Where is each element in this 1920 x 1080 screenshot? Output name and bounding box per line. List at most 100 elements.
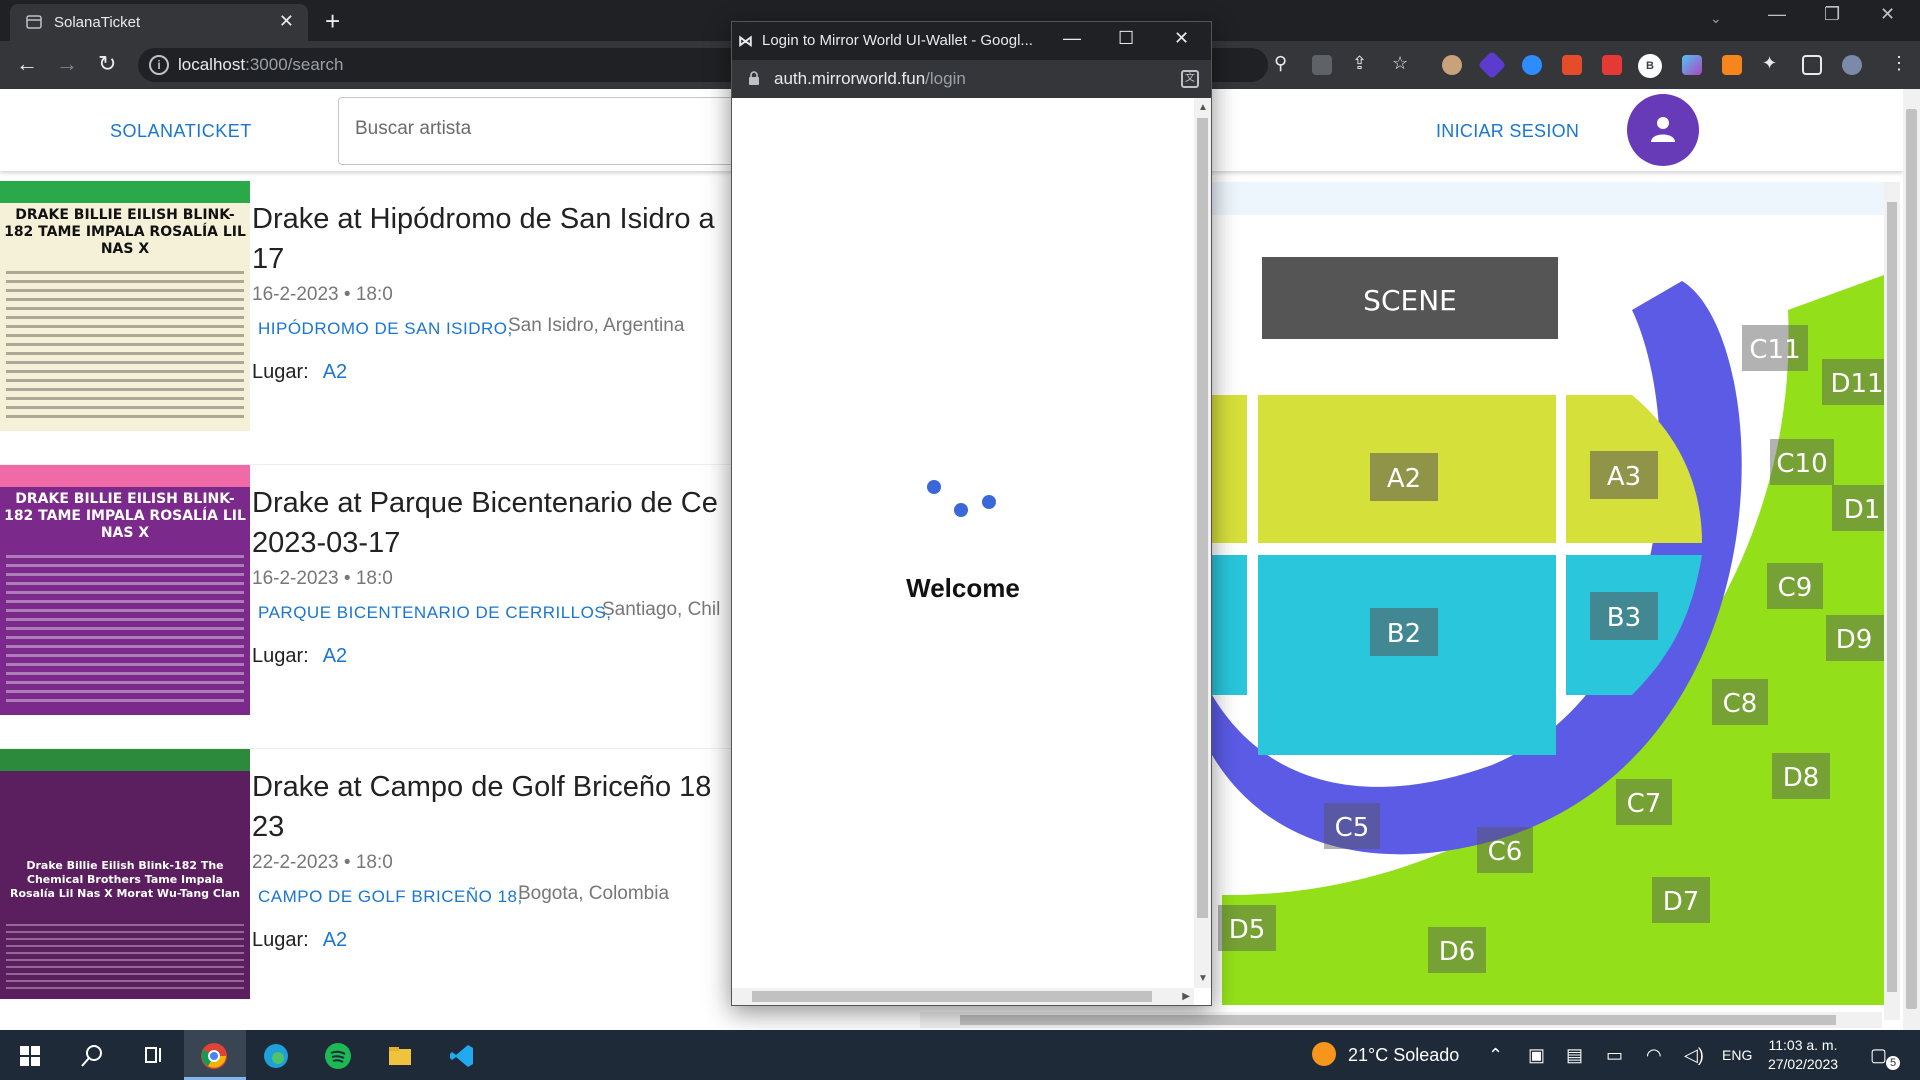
extension-orange-icon[interactable] bbox=[1562, 55, 1582, 75]
popup-vertical-scroll-thumb[interactable] bbox=[1197, 118, 1208, 918]
extension-diamond-icon[interactable] bbox=[1477, 50, 1507, 80]
tray-display-icon[interactable]: ▤ bbox=[1566, 1045, 1583, 1066]
share-icon[interactable]: ⇪ bbox=[1352, 53, 1367, 74]
tray-camera-icon[interactable]: ▣ bbox=[1528, 1045, 1545, 1066]
loading-dot-icon bbox=[927, 480, 941, 494]
event-card[interactable]: Drake Billie Eilish Blink-182 The Chemic… bbox=[0, 749, 740, 1030]
search-button[interactable] bbox=[62, 1030, 124, 1080]
browser-tab[interactable]: SolanaTicket ✕ bbox=[10, 4, 308, 41]
event-card[interactable]: DRAKE BILLIE EILISH BLINK-182 TAME IMPAL… bbox=[0, 181, 740, 465]
extension-gradient-icon[interactable] bbox=[1682, 55, 1702, 75]
venue-map-canvas: SCENE A2 A3 B2 B3 C11 C10 C9 C8 C7 C6 C5… bbox=[1212, 257, 1884, 1005]
mirror-world-logo-icon: ⋈ bbox=[738, 33, 753, 50]
extension-b-icon[interactable]: B bbox=[1638, 54, 1662, 78]
seat-value[interactable]: A2 bbox=[323, 361, 347, 383]
scroll-up-icon[interactable]: ▲ bbox=[1198, 102, 1208, 113]
section-label-d11: D11 bbox=[1830, 369, 1883, 399]
section-a1-block[interactable] bbox=[1212, 395, 1247, 543]
metamask-icon[interactable] bbox=[1722, 55, 1742, 75]
popup-horizontal-scrollbar[interactable]: ▶ bbox=[732, 988, 1194, 1005]
tab-search-chevron-icon[interactable]: ⌄ bbox=[1710, 10, 1722, 27]
new-tab-button[interactable]: + bbox=[325, 6, 340, 37]
close-window-icon[interactable]: ✕ bbox=[1880, 4, 1895, 25]
popup-horizontal-scroll-thumb[interactable] bbox=[752, 991, 1152, 1002]
section-label-d7: D7 bbox=[1663, 887, 1700, 917]
battery-icon[interactable]: ▭ bbox=[1606, 1045, 1623, 1066]
taskbar-chrome[interactable] bbox=[184, 1030, 246, 1080]
browser-menu-icon[interactable]: ⋮ bbox=[1890, 53, 1908, 74]
back-icon[interactable]: ← bbox=[16, 51, 38, 77]
scene-label: SCENE bbox=[1363, 284, 1457, 317]
taskbar-clock[interactable]: 11:03 a. m. 27/02/2023 bbox=[1758, 1036, 1848, 1074]
event-title[interactable]: Drake at Campo de Golf Briceño 18 23 bbox=[252, 767, 732, 847]
taskbar-edge[interactable] bbox=[246, 1030, 308, 1080]
side-panel-icon[interactable] bbox=[1802, 55, 1822, 75]
event-city: Bogota, Colombia bbox=[518, 883, 670, 904]
map-horizontal-scrollbar[interactable] bbox=[920, 1012, 1882, 1028]
address-url[interactable]: localhost:3000/search bbox=[178, 55, 343, 75]
vscode-icon bbox=[450, 1045, 473, 1067]
taskbar-spotify[interactable] bbox=[308, 1030, 370, 1080]
event-venue-link[interactable]: CAMPO DE GOLF BRICEÑO 18, bbox=[258, 887, 523, 907]
wifi-icon[interactable]: ◠ bbox=[1646, 1045, 1662, 1066]
map-vertical-scroll-thumb[interactable] bbox=[1887, 202, 1897, 992]
event-venue-link[interactable]: HIPÓDROMO DE SAN ISIDRO, bbox=[258, 319, 513, 339]
section-label-a2: A2 bbox=[1387, 464, 1421, 494]
task-view-button[interactable] bbox=[124, 1030, 186, 1080]
tray-chevron-icon[interactable]: ⌃ bbox=[1488, 1045, 1503, 1066]
popup-title-bar[interactable]: ⋈ Login to Mirror World UI-Wallet - Goog… bbox=[732, 22, 1211, 60]
forward-icon[interactable]: → bbox=[56, 51, 78, 77]
extension-blue-icon[interactable] bbox=[1522, 55, 1542, 75]
start-button[interactable] bbox=[0, 1030, 62, 1080]
weather-sun-icon[interactable] bbox=[1312, 1042, 1336, 1066]
taskbar-vscode[interactable] bbox=[432, 1030, 494, 1080]
brand-link[interactable]: SOLANATICKET bbox=[110, 121, 252, 142]
popup-vertical-scrollbar[interactable]: ▲ ▼ bbox=[1194, 98, 1211, 988]
site-info-icon[interactable]: i bbox=[149, 55, 169, 75]
restore-icon[interactable]: ❐ bbox=[1824, 4, 1840, 25]
volume-icon[interactable]: ◁) bbox=[1684, 1045, 1704, 1066]
poster-lineup: Drake Billie Eilish Blink-182 The Chemic… bbox=[10, 859, 240, 900]
popup-maximize-icon[interactable]: ☐ bbox=[1118, 28, 1134, 49]
extensions-puzzle-icon[interactable]: ✦ bbox=[1762, 53, 1777, 74]
popup-close-icon[interactable]: ✕ bbox=[1174, 28, 1189, 49]
event-title[interactable]: Drake at Hipódromo de San Isidro a 17 bbox=[252, 199, 732, 279]
seat-label: Lugar: bbox=[252, 361, 309, 383]
bookmark-star-icon[interactable]: ☆ bbox=[1392, 53, 1408, 74]
profile-avatar-icon[interactable] bbox=[1842, 55, 1862, 75]
extension-face-icon[interactable] bbox=[1442, 55, 1462, 75]
scroll-down-icon[interactable]: ▼ bbox=[1198, 973, 1208, 984]
minimize-icon[interactable]: — bbox=[1768, 4, 1786, 25]
map-horizontal-scroll-thumb[interactable] bbox=[960, 1015, 1836, 1025]
location-icon[interactable]: ⚲ bbox=[1274, 53, 1287, 74]
seat-value[interactable]: A2 bbox=[323, 929, 347, 951]
event-title[interactable]: Drake at Parque Bicentenario de Ce 2023-… bbox=[252, 483, 732, 563]
section-b1-block[interactable] bbox=[1212, 555, 1247, 695]
popup-minimize-icon[interactable]: — bbox=[1063, 28, 1081, 49]
scroll-right-icon[interactable]: ▶ bbox=[1182, 991, 1190, 1002]
loading-dot-icon bbox=[954, 503, 968, 517]
page-scroll-thumb[interactable] bbox=[1906, 109, 1917, 1009]
reload-icon[interactable]: ↻ bbox=[98, 51, 116, 77]
tab-close-icon[interactable]: ✕ bbox=[279, 11, 294, 32]
seat-value[interactable]: A2 bbox=[323, 645, 347, 667]
event-list: DRAKE BILLIE EILISH BLINK-182 TAME IMPAL… bbox=[0, 181, 740, 1030]
artist-search-input[interactable] bbox=[355, 118, 755, 140]
login-button[interactable]: INICIAR SESION bbox=[1436, 121, 1579, 142]
chrome-icon bbox=[201, 1043, 227, 1069]
spotify-icon bbox=[325, 1043, 351, 1069]
taskbar-file-explorer[interactable] bbox=[370, 1030, 432, 1080]
section-label-d9: D9 bbox=[1836, 625, 1873, 655]
weather-text[interactable]: 21°C Soleado bbox=[1348, 1045, 1459, 1066]
notifications-icon[interactable]: ▢ bbox=[1870, 1045, 1887, 1066]
event-venue-link[interactable]: PARQUE BICENTENARIO DE CERRILLOS, bbox=[258, 603, 611, 623]
input-language[interactable]: ENG bbox=[1722, 1047, 1752, 1063]
translate-icon[interactable] bbox=[1312, 55, 1332, 75]
user-avatar-button[interactable] bbox=[1627, 94, 1699, 166]
popup-translate-icon[interactable]: 文 bbox=[1181, 70, 1199, 88]
event-card[interactable]: DRAKE BILLIE EILISH BLINK-182 TAME IMPAL… bbox=[0, 465, 740, 749]
map-vertical-scrollbar[interactable] bbox=[1884, 182, 1900, 1020]
page-scrollbar[interactable] bbox=[1903, 89, 1920, 1030]
extension-red-icon[interactable] bbox=[1602, 55, 1622, 75]
section-label-b2: B2 bbox=[1387, 619, 1421, 649]
